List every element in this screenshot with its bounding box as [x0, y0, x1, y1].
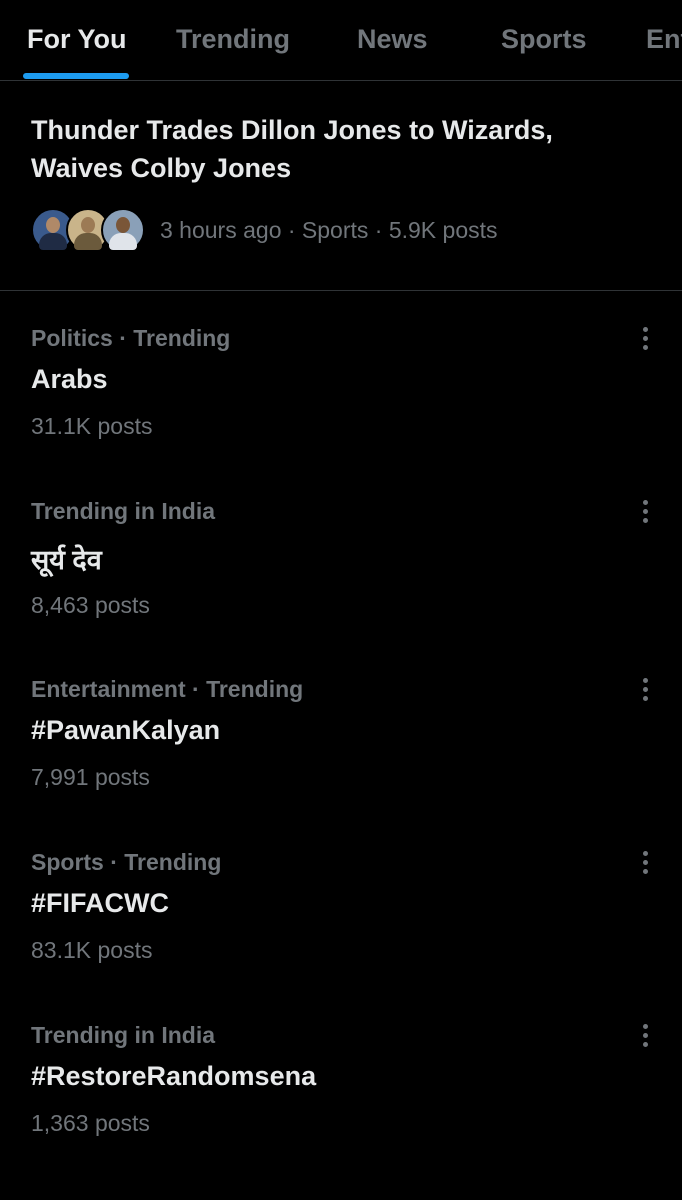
tab-sports[interactable]: Sports [501, 0, 587, 80]
trend-post-count: 1,363 posts [31, 1110, 150, 1136]
news-story[interactable]: Thunder Trades Dillon Jones to Wizards, … [0, 81, 682, 291]
trend-context: Politics · Trending [31, 325, 231, 351]
trend-context: Entertainment · Trending [31, 676, 304, 702]
more-vertical-icon[interactable] [633, 1022, 657, 1050]
tab-entertainment[interactable]: Ent [646, 0, 682, 80]
trend-name: #FIFACWC [31, 888, 169, 918]
trend-post-count: 31.1K posts [31, 413, 153, 439]
more-vertical-icon[interactable] [633, 325, 657, 353]
trend-post-count: 8,463 posts [31, 592, 150, 618]
active-tab-indicator [23, 73, 129, 79]
trend-name: Arabs [31, 364, 108, 394]
trend-name: #PawanKalyan [31, 715, 221, 745]
trend-name: #RestoreRandomsena [31, 1061, 317, 1091]
trend-item[interactable]: Sports · Trending #FIFACWC 83.1K posts [0, 815, 682, 988]
more-vertical-icon[interactable] [633, 849, 657, 877]
tab-for-you[interactable]: For You [27, 0, 127, 80]
trend-item[interactable]: Entertainment · Trending #PawanKalyan 7,… [0, 642, 682, 815]
trend-post-count: 83.1K posts [31, 937, 153, 963]
trend-context: Sports · Trending [31, 849, 222, 875]
news-title: Thunder Trades Dillon Jones to Wizards, … [31, 115, 553, 183]
tab-trending[interactable]: Trending [176, 0, 290, 80]
more-vertical-icon[interactable] [633, 498, 657, 526]
trend-item[interactable]: Trending in India सूर्य देव 8,463 posts [0, 464, 682, 637]
tab-news[interactable]: News [357, 0, 428, 80]
trend-name: सूर्य देव [31, 545, 102, 575]
news-avatars [31, 208, 147, 252]
news-meta: 3 hours ago · Sports · 5.9K posts [160, 217, 498, 243]
trend-context: Trending in India [31, 1022, 215, 1048]
trend-item[interactable]: Politics · Trending Arabs 31.1K posts [0, 291, 682, 464]
avatar [101, 208, 145, 252]
trend-post-count: 7,991 posts [31, 764, 150, 790]
trend-item[interactable]: Trending in India #RestoreRandomsena 1,3… [0, 988, 682, 1161]
trend-context: Trending in India [31, 498, 215, 524]
more-vertical-icon[interactable] [633, 676, 657, 704]
explore-tabs: For You Trending News Sports Ent [0, 0, 682, 81]
